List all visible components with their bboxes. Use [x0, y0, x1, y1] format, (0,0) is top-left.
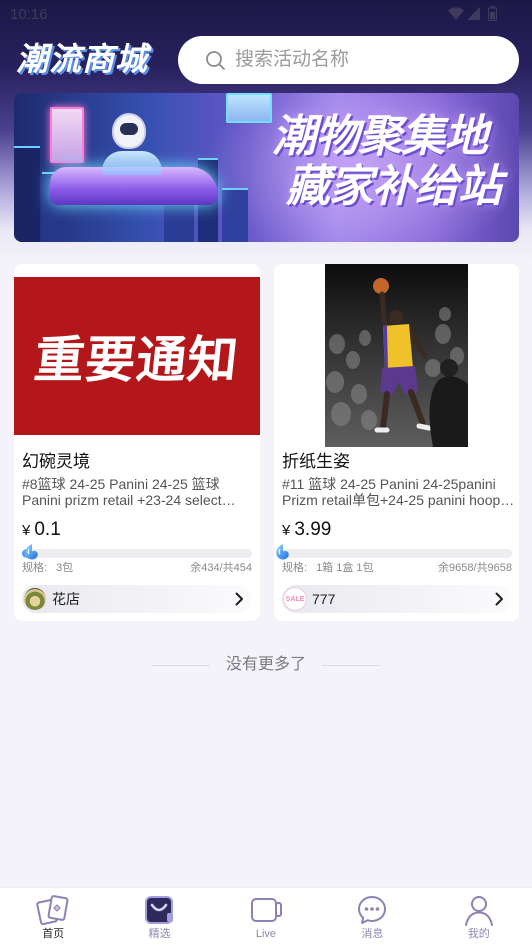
search-bar[interactable] [178, 36, 519, 84]
list-end-indicator: 没有更多了 [0, 654, 532, 676]
product-description: #8篮球 24-25 Panini 24-25 篮球 Panini prizm … [22, 476, 236, 508]
banner-car-windshield [102, 151, 162, 175]
sales-progress-bar [282, 549, 512, 558]
stock-count: 余434/共454 [190, 562, 252, 574]
product-image[interactable]: 重要通知 [14, 264, 260, 447]
progress-marker-icon [23, 543, 39, 561]
shop-link[interactable]: 花店 [22, 585, 252, 613]
product-card[interactable]: 折纸生姿 #11 篮球 24-25 Panini 24-25panini Pri… [274, 264, 519, 621]
status-icons [448, 6, 504, 26]
currency-symbol: ¥ [22, 522, 31, 539]
tab-label: 精选 [148, 928, 171, 940]
promo-banner[interactable]: 潮物聚集地 藏家补给站 [14, 93, 519, 242]
tab-messages[interactable]: 消息 [319, 888, 425, 946]
tab-label: 首页 [42, 928, 65, 940]
spec-value: 1箱 1盒 1包 [316, 562, 374, 574]
shop-avatar [24, 588, 46, 610]
shop-link[interactable]: SALE 777 [282, 585, 512, 613]
notice-image-text: 重要通知 [31, 330, 242, 389]
shop-name: 花店 [52, 591, 80, 607]
app-logo: 潮流商城 [16, 41, 149, 77]
progress-marker-icon [274, 543, 290, 561]
bottom-tab-bar: 首页 精选 Live 消息 我的 [0, 887, 532, 946]
status-time: 10:16 [10, 6, 48, 23]
banner-building [14, 146, 40, 242]
spec-row: 规格: 1箱 1盒 1包 余9658/共9658 [282, 561, 512, 575]
spec-label: 规格: [22, 562, 48, 574]
banner-billboard [50, 107, 84, 163]
stock-count: 余9658/共9658 [438, 562, 512, 574]
divider-line [322, 665, 380, 666]
product-title[interactable]: 幻碗灵境 [22, 451, 90, 473]
list-end-text: 没有更多了 [225, 656, 306, 673]
shopping-bag-icon [141, 893, 177, 927]
product-card[interactable]: 重要通知 幻碗灵境 #8篮球 24-25 Panini 24-25 篮球 Pan… [14, 264, 260, 621]
banner-astronaut-visor [120, 123, 138, 135]
shop-avatar: SALE [283, 587, 307, 611]
search-input[interactable] [235, 36, 505, 84]
product-image[interactable] [274, 264, 519, 447]
signal-icon [467, 7, 480, 25]
battery-icon [487, 6, 498, 26]
tab-profile[interactable]: 我的 [426, 888, 532, 946]
cards-icon [35, 893, 71, 927]
product-description: #11 篮球 24-25 Panini 24-25panini Prizm re… [282, 476, 515, 508]
tv-icon [248, 893, 284, 927]
banner-headline-line2: 藏家补给站 [286, 162, 502, 211]
shop-name: 777 [312, 591, 336, 607]
tab-featured[interactable]: 精选 [106, 888, 212, 946]
search-icon [205, 50, 226, 71]
spec-value: 3包 [56, 562, 74, 574]
user-icon [461, 893, 497, 927]
basketball-player-photo [325, 264, 468, 447]
product-title[interactable]: 折纸生姿 [282, 451, 350, 473]
currency-symbol: ¥ [282, 522, 291, 539]
shop-avatar-logo-text: SALE [285, 595, 305, 603]
banner-headline-line1: 潮物聚集地 [272, 112, 488, 161]
status-bar: 10:16 [0, 0, 532, 30]
banner-building [222, 188, 248, 242]
chevron-right-icon [235, 592, 244, 606]
wifi-icon [448, 7, 464, 25]
banner-billboard [226, 93, 272, 123]
tab-home[interactable]: 首页 [0, 888, 106, 946]
tab-label: 消息 [361, 928, 384, 940]
price-value: 0.1 [34, 519, 61, 540]
product-price: ¥3.99 [282, 518, 331, 543]
sales-progress-bar [22, 549, 252, 558]
chevron-right-icon [495, 592, 504, 606]
product-image-notice: 重要通知 [14, 277, 260, 435]
tab-label: Live [255, 928, 277, 940]
spec-row: 规格: 3包 余434/共454 [22, 561, 252, 575]
spec-label: 规格: [282, 562, 308, 574]
tab-live[interactable]: Live [213, 888, 319, 946]
product-price: ¥0.1 [22, 518, 61, 543]
tab-label: 我的 [467, 928, 490, 940]
price-value: 3.99 [294, 519, 332, 540]
chat-bubble-icon [354, 893, 390, 927]
